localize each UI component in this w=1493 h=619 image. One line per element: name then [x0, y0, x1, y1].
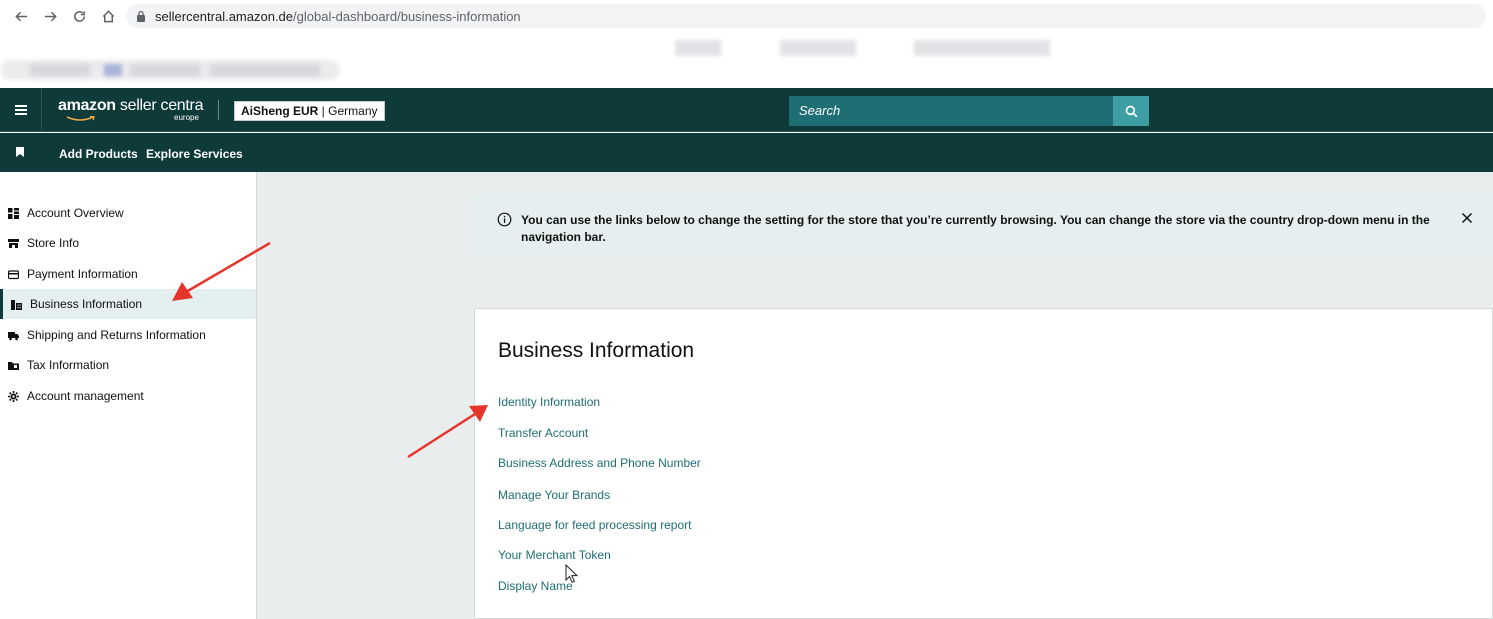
sidebar-item-payment-information[interactable]: Payment Information: [0, 259, 256, 289]
sidebar-item-tax-information[interactable]: Tax Information: [0, 350, 256, 380]
sidebar-item-account-overview[interactable]: Account Overview: [0, 198, 256, 228]
identity-information-link[interactable]: Identity Information: [498, 395, 600, 409]
forward-icon[interactable]: [37, 3, 63, 29]
add-products-link[interactable]: Add Products: [59, 147, 138, 161]
reload-icon[interactable]: [66, 3, 92, 29]
feed-language-link[interactable]: Language for feed processing report: [498, 518, 691, 532]
explore-services-link[interactable]: Explore Services: [146, 147, 243, 161]
business-address-link[interactable]: Business Address and Phone Number: [498, 456, 701, 470]
search-input[interactable]: Search: [789, 96, 1113, 126]
info-icon: [497, 212, 512, 227]
url-path: /global-dashboard/business-information: [293, 8, 521, 24]
gear-icon: [8, 390, 19, 402]
info-banner-text: You can use the links below to change th…: [521, 213, 1430, 244]
logo-region: europe: [174, 113, 199, 122]
sub-navigation: Add Products Explore Services: [0, 133, 1493, 172]
sidebar-item-account-management[interactable]: Account management: [0, 381, 256, 411]
card-icon: [8, 269, 19, 280]
building-icon: [11, 299, 22, 310]
manage-brands-link[interactable]: Manage Your Brands: [498, 488, 610, 502]
search-icon: [1125, 105, 1137, 117]
hamburger-menu-icon[interactable]: [0, 88, 42, 132]
page-title: Business Information: [498, 339, 695, 362]
display-name-link[interactable]: Display Name: [498, 579, 573, 593]
sidebar-item-shipping-returns[interactable]: Shipping and Returns Information: [0, 320, 256, 350]
sidebar-item-store-info[interactable]: Store Info: [0, 228, 256, 258]
store-selector[interactable]: AiSheng EUR | Germany: [234, 101, 385, 121]
store-icon: [8, 238, 19, 249]
amazon-seller-central-logo[interactable]: amazon seller centra europe: [58, 97, 203, 122]
seller-central-header: amazon seller centra europe: [0, 88, 1493, 132]
amazon-smile-icon: [66, 116, 95, 121]
grid-icon: [8, 207, 19, 219]
back-icon[interactable]: [8, 3, 34, 29]
settings-sidebar: Account Overview Store Info Payment Info…: [0, 172, 257, 619]
browser-toolbar: sellercentral.amazon.de/global-dashboard…: [0, 0, 1493, 32]
transfer-account-link[interactable]: Transfer Account: [498, 426, 588, 440]
address-bar[interactable]: sellercentral.amazon.de/global-dashboard…: [126, 4, 1486, 28]
business-information-card: Business Information Identity Informatio…: [474, 308, 1493, 619]
merchant-token-link[interactable]: Your Merchant Token: [498, 548, 611, 562]
mouse-cursor-icon: [565, 564, 579, 583]
url-host: sellercentral.amazon.de: [155, 8, 294, 24]
sidebar-item-business-information[interactable]: Business Information: [0, 289, 256, 319]
home-icon[interactable]: [95, 3, 121, 29]
bookmark-icon[interactable]: [16, 147, 24, 157]
header-divider: [218, 100, 219, 120]
truck-icon: [8, 330, 19, 341]
search-button[interactable]: [1113, 96, 1149, 126]
info-banner: You can use the links below to change th…: [474, 197, 1493, 257]
folder-icon: [8, 360, 19, 371]
close-icon[interactable]: [1459, 210, 1475, 226]
lock-icon: [137, 10, 145, 22]
